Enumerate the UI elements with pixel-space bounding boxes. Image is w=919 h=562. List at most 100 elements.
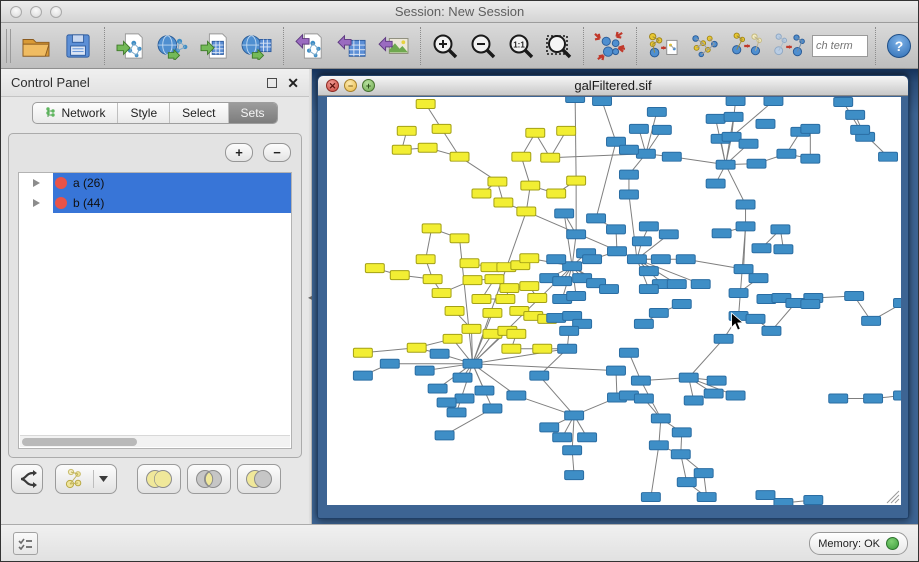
zoom-fit-selected-button[interactable] (540, 26, 578, 66)
graph-edge[interactable] (602, 101, 616, 142)
save-session-button[interactable] (57, 26, 99, 66)
graph-node-yellow[interactable] (418, 143, 437, 152)
graph-node-blue[interactable] (641, 493, 660, 502)
graph-node-blue[interactable] (567, 292, 586, 301)
graph-node-blue[interactable] (726, 391, 745, 400)
graph-node-blue[interactable] (567, 230, 586, 239)
graph-node-blue[interactable] (553, 433, 572, 442)
graph-node-yellow[interactable] (507, 329, 526, 338)
graph-node-blue[interactable] (563, 446, 582, 455)
graph-node-yellow[interactable] (432, 124, 451, 133)
graph-node-blue[interactable] (736, 200, 755, 209)
graph-edge[interactable] (726, 165, 746, 205)
intersection-button[interactable] (187, 464, 231, 494)
export-network-button[interactable] (289, 26, 331, 66)
graph-node-yellow[interactable] (500, 284, 519, 293)
graph-node-blue[interactable] (547, 255, 566, 264)
graph-node-blue[interactable] (353, 371, 372, 380)
graph-edge[interactable] (651, 445, 659, 497)
resize-grip[interactable] (886, 490, 900, 504)
collapse-handle-icon[interactable]: ◂ (308, 293, 312, 302)
graph-node-blue[interactable] (649, 308, 668, 317)
graph-node-blue[interactable] (636, 149, 655, 158)
graph-node-yellow[interactable] (463, 276, 482, 285)
graph-node-blue[interactable] (845, 292, 864, 301)
network-tool-button-3[interactable] (726, 26, 768, 66)
graph-node-blue[interactable] (846, 110, 865, 119)
graph-node-blue[interactable] (764, 97, 783, 105)
graph-node-yellow[interactable] (397, 126, 416, 135)
graph-node-blue[interactable] (707, 376, 726, 385)
graph-node-yellow[interactable] (422, 224, 441, 233)
graph-node-blue[interactable] (634, 319, 653, 328)
graph-node-blue[interactable] (726, 97, 745, 105)
graph-node-blue[interactable] (752, 244, 771, 253)
graph-node-blue[interactable] (684, 396, 703, 405)
tab-style[interactable]: Style (118, 103, 170, 123)
graph-node-blue[interactable] (801, 300, 820, 309)
graph-node-yellow[interactable] (423, 275, 442, 284)
graph-node-blue[interactable] (453, 373, 472, 382)
memory-status-button[interactable]: Memory: OK (809, 532, 908, 555)
graph-node-blue[interactable] (483, 404, 502, 413)
graph-node-blue[interactable] (651, 414, 670, 423)
graph-node-blue[interactable] (704, 389, 723, 398)
network-frame-titlebar[interactable]: ✕ − + galFiltered.sif (318, 76, 908, 96)
disclosure-triangle-icon[interactable] (33, 179, 40, 187)
graph-node-blue[interactable] (430, 349, 449, 358)
graph-node-blue[interactable] (555, 209, 574, 218)
network-canvas[interactable] (327, 97, 901, 505)
graph-node-blue[interactable] (475, 386, 494, 395)
graph-edge[interactable] (689, 339, 724, 378)
graph-node-blue[interactable] (762, 326, 781, 335)
disclosure-triangle-icon[interactable] (33, 199, 40, 207)
network-tool-button-2[interactable] (684, 26, 726, 66)
graph-node-blue[interactable] (455, 394, 474, 403)
graph-node-blue[interactable] (697, 493, 716, 502)
close-panel-button[interactable]: ✕ (287, 78, 299, 88)
graph-node-yellow[interactable] (450, 234, 469, 243)
graph-node-blue[interactable] (734, 265, 753, 274)
graph-node-blue[interactable] (671, 450, 690, 459)
help-button[interactable]: ? (887, 34, 911, 58)
graph-node-blue[interactable] (712, 229, 731, 238)
graph-node-yellow[interactable] (557, 126, 576, 135)
graph-node-blue[interactable] (747, 159, 766, 168)
graph-node-yellow[interactable] (353, 348, 372, 357)
graph-node-yellow[interactable] (488, 177, 507, 186)
graph-node-blue[interactable] (627, 255, 646, 264)
graph-node-blue[interactable] (691, 280, 710, 289)
graph-node-blue[interactable] (667, 280, 686, 289)
graph-node-blue[interactable] (647, 107, 666, 116)
graph-edge[interactable] (572, 415, 574, 450)
graph-node-blue[interactable] (428, 384, 447, 393)
graph-node-blue[interactable] (676, 255, 695, 264)
graph-node-blue[interactable] (879, 152, 898, 161)
graph-node-blue[interactable] (415, 366, 434, 375)
graph-node-blue[interactable] (632, 237, 651, 246)
graph-node-blue[interactable] (507, 391, 526, 400)
graph-node-blue[interactable] (639, 285, 658, 294)
graph-node-blue[interactable] (540, 423, 559, 432)
graph-edge[interactable] (575, 98, 576, 181)
graph-node-blue[interactable] (724, 112, 743, 121)
graph-node-yellow[interactable] (445, 306, 464, 315)
float-panel-button[interactable] (267, 78, 277, 88)
graph-node-blue[interactable] (756, 119, 775, 128)
graph-node-yellow[interactable] (533, 344, 552, 353)
graph-node-blue[interactable] (714, 334, 733, 343)
network-tool-button-1[interactable] (642, 26, 684, 66)
graph-node-blue[interactable] (639, 267, 658, 276)
graph-edge[interactable] (472, 364, 616, 371)
graph-node-blue[interactable] (578, 433, 597, 442)
graph-node-blue[interactable] (894, 299, 901, 308)
graph-node-blue[interactable] (619, 348, 638, 357)
horizontal-scrollbar[interactable] (20, 435, 290, 447)
graph-node-blue[interactable] (566, 97, 585, 102)
set-from-network-button[interactable] (55, 464, 117, 494)
graph-node-blue[interactable] (722, 132, 741, 141)
graph-node-yellow[interactable] (541, 153, 560, 162)
graph-node-blue[interactable] (565, 411, 584, 420)
graph-node-yellow[interactable] (462, 324, 481, 333)
graph-node-blue[interactable] (804, 496, 823, 505)
